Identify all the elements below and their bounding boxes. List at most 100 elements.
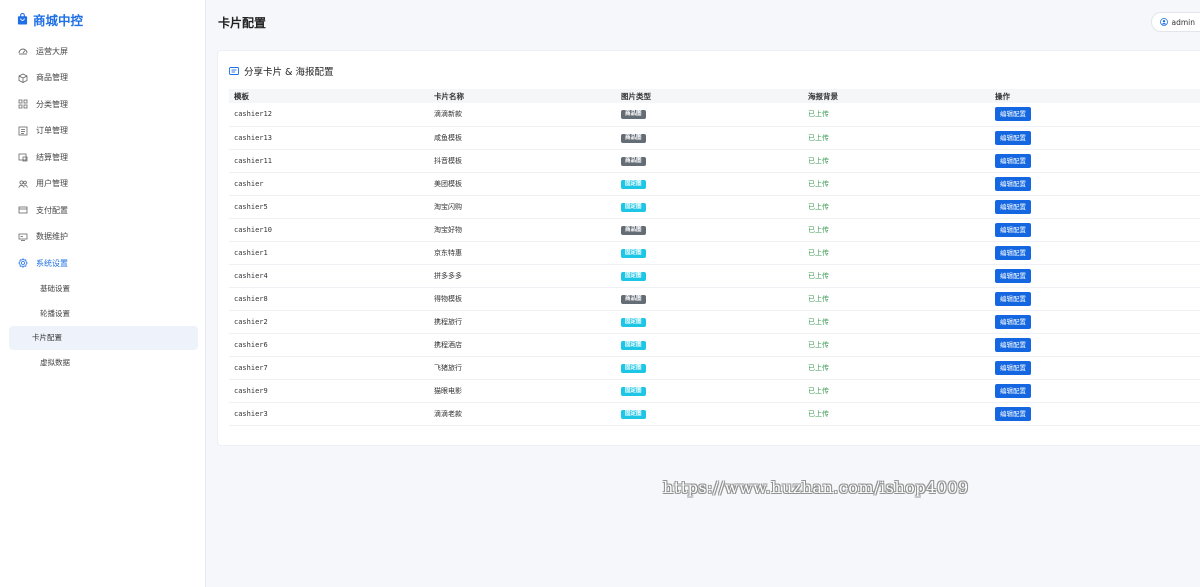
image-type-cell: 固定图	[616, 195, 803, 219]
image-type-badge: 固定图	[621, 271, 646, 281]
poster-bg-cell: 已上传	[803, 103, 990, 127]
sidebar-subitem-label: 基础设置	[40, 284, 70, 294]
image-type-cell: 固定图	[616, 172, 803, 196]
sidebar-item-settlement[interactable]: 结算管理	[0, 144, 205, 171]
template-cell: cashier13	[229, 126, 429, 150]
user-icon	[1159, 18, 1168, 26]
card-name-cell: 得物模板	[429, 287, 616, 311]
sidebar-item-dashboard[interactable]: 运营大屏	[0, 38, 205, 65]
image-type-badge: 固定图	[621, 317, 646, 327]
edit-config-button[interactable]: 编辑配置	[995, 176, 1031, 191]
image-type-cell: 商品图	[616, 287, 803, 311]
template-cell: cashier12	[229, 103, 429, 127]
image-type-badge: 固定图	[621, 202, 646, 212]
table-header-row: 模板 卡片名称 图片类型 海报背景 操作	[229, 89, 1200, 103]
template-cell: cashier2	[229, 310, 429, 334]
edit-config-button[interactable]: 编辑配置	[995, 337, 1031, 352]
template-cell: cashier10	[229, 218, 429, 242]
poster-bg-cell: 已上传	[803, 287, 990, 311]
edit-config-button[interactable]: 编辑配置	[995, 199, 1031, 214]
sidebar-item-system-settings[interactable]: 系统设置	[0, 250, 205, 277]
template-cell: cashier3	[229, 402, 429, 426]
edit-config-button[interactable]: 编辑配置	[995, 406, 1031, 421]
table-row: cashier9 猫眼电影 固定图 已上传 编辑配置	[229, 379, 1200, 403]
image-type-cell: 商品图	[616, 149, 803, 173]
column-header: 卡片名称	[429, 89, 616, 103]
user-menu[interactable]: admin	[1150, 12, 1200, 32]
sidebar-subitem-label: 轮播设置	[40, 308, 70, 318]
action-cell: 编辑配置	[990, 264, 1200, 288]
table-row: cashier1 京东特惠 固定图 已上传 编辑配置	[229, 241, 1200, 265]
upload-status: 已上传	[808, 317, 829, 326]
edit-config-button[interactable]: 编辑配置	[995, 153, 1031, 168]
image-type-badge: 固定图	[621, 409, 646, 419]
edit-config-button[interactable]: 编辑配置	[995, 291, 1031, 306]
sidebar-nav: 运营大屏 商品管理 分类管理 订单管理 结算管理 用户管理 支付配置 数据维护	[0, 38, 205, 277]
sidebar-subitem-card-config[interactable]: 卡片配置	[9, 325, 198, 350]
action-cell: 编辑配置	[990, 149, 1200, 173]
sidebar-subitem-carousel[interactable]: 轮播设置	[8, 301, 197, 326]
table-row: cashier5 淘宝闪购 固定图 已上传 编辑配置	[229, 195, 1200, 219]
card-share-icon	[229, 67, 239, 75]
poster-bg-cell: 已上传	[803, 379, 990, 403]
edit-config-button[interactable]: 编辑配置	[995, 383, 1031, 398]
box-icon	[18, 73, 28, 83]
card-name-cell: 猫眼电影	[429, 379, 616, 403]
sidebar-item-data[interactable]: 数据维护	[0, 224, 205, 251]
poster-bg-cell: 已上传	[803, 402, 990, 426]
image-type-badge: 商品图	[621, 110, 646, 120]
image-type-cell: 商品图	[616, 218, 803, 242]
sidebar-item-payment[interactable]: 支付配置	[0, 197, 205, 224]
sidebar-item-label: 支付配置	[36, 205, 68, 215]
image-type-badge: 固定图	[621, 340, 646, 350]
image-type-cell: 固定图	[616, 402, 803, 426]
sidebar-item-users[interactable]: 用户管理	[0, 171, 205, 198]
sidebar: 商城中控 运营大屏 商品管理 分类管理 订单管理 结算管理 用户管理 支付配置 …	[0, 0, 206, 587]
brand[interactable]: 商城中控	[0, 0, 205, 38]
edit-config-button[interactable]: 编辑配置	[995, 107, 1031, 122]
table-row: cashier11 抖音模板 商品图 已上传 编辑配置	[229, 149, 1200, 173]
template-cell: cashier11	[229, 149, 429, 173]
action-cell: 编辑配置	[990, 333, 1200, 357]
user-name: admin	[1171, 17, 1196, 27]
card-title-text: 分享卡片 & 海报配置	[244, 67, 334, 78]
upload-status: 已上传	[808, 294, 829, 303]
table-row: cashier10 淘宝好物 商品图 已上传 编辑配置	[229, 218, 1200, 242]
edit-config-button[interactable]: 编辑配置	[995, 130, 1031, 145]
sidebar-item-label: 商品管理	[36, 73, 68, 83]
poster-bg-cell: 已上传	[803, 218, 990, 242]
card-name-cell: 咸鱼模板	[429, 126, 616, 150]
card-title: 分享卡片 & 海报配置	[229, 64, 333, 78]
card-name-cell: 美团模板	[429, 172, 616, 196]
edit-config-button[interactable]: 编辑配置	[995, 245, 1031, 260]
sidebar-item-products[interactable]: 商品管理	[0, 65, 205, 92]
template-cell: cashier4	[229, 264, 429, 288]
edit-config-button[interactable]: 编辑配置	[995, 222, 1031, 237]
sidebar-item-categories[interactable]: 分类管理	[0, 91, 205, 118]
action-cell: 编辑配置	[990, 195, 1200, 219]
sidebar-subitem-basic[interactable]: 基础设置	[8, 277, 197, 302]
action-cell: 编辑配置	[990, 103, 1200, 127]
action-cell: 编辑配置	[990, 379, 1200, 403]
table-row: cashier 美团模板 固定图 已上传 编辑配置	[229, 172, 1200, 196]
edit-config-button[interactable]: 编辑配置	[995, 360, 1031, 375]
template-cell: cashier7	[229, 356, 429, 380]
table-row: cashier13 咸鱼模板 商品图 已上传 编辑配置	[229, 126, 1200, 150]
image-type-badge: 商品图	[621, 225, 646, 235]
edit-config-button[interactable]: 编辑配置	[995, 314, 1031, 329]
sidebar-item-label: 系统设置	[36, 258, 68, 268]
shopping-bag-icon	[17, 13, 28, 25]
sidebar-item-label: 运营大屏	[36, 46, 68, 56]
upload-status: 已上传	[808, 248, 829, 257]
list-icon	[18, 126, 28, 136]
poster-bg-cell: 已上传	[803, 333, 990, 357]
template-cell: cashier8	[229, 287, 429, 311]
column-header: 海报背景	[803, 89, 990, 103]
image-type-badge: 商品图	[621, 156, 646, 166]
page-title: 卡片配置	[218, 16, 267, 30]
upload-status: 已上传	[808, 202, 829, 211]
sidebar-item-orders[interactable]: 订单管理	[0, 118, 205, 145]
edit-config-button[interactable]: 编辑配置	[995, 268, 1031, 283]
sidebar-subitem-virtual-data[interactable]: 虚拟数据	[8, 350, 197, 375]
image-type-cell: 固定图	[616, 241, 803, 265]
